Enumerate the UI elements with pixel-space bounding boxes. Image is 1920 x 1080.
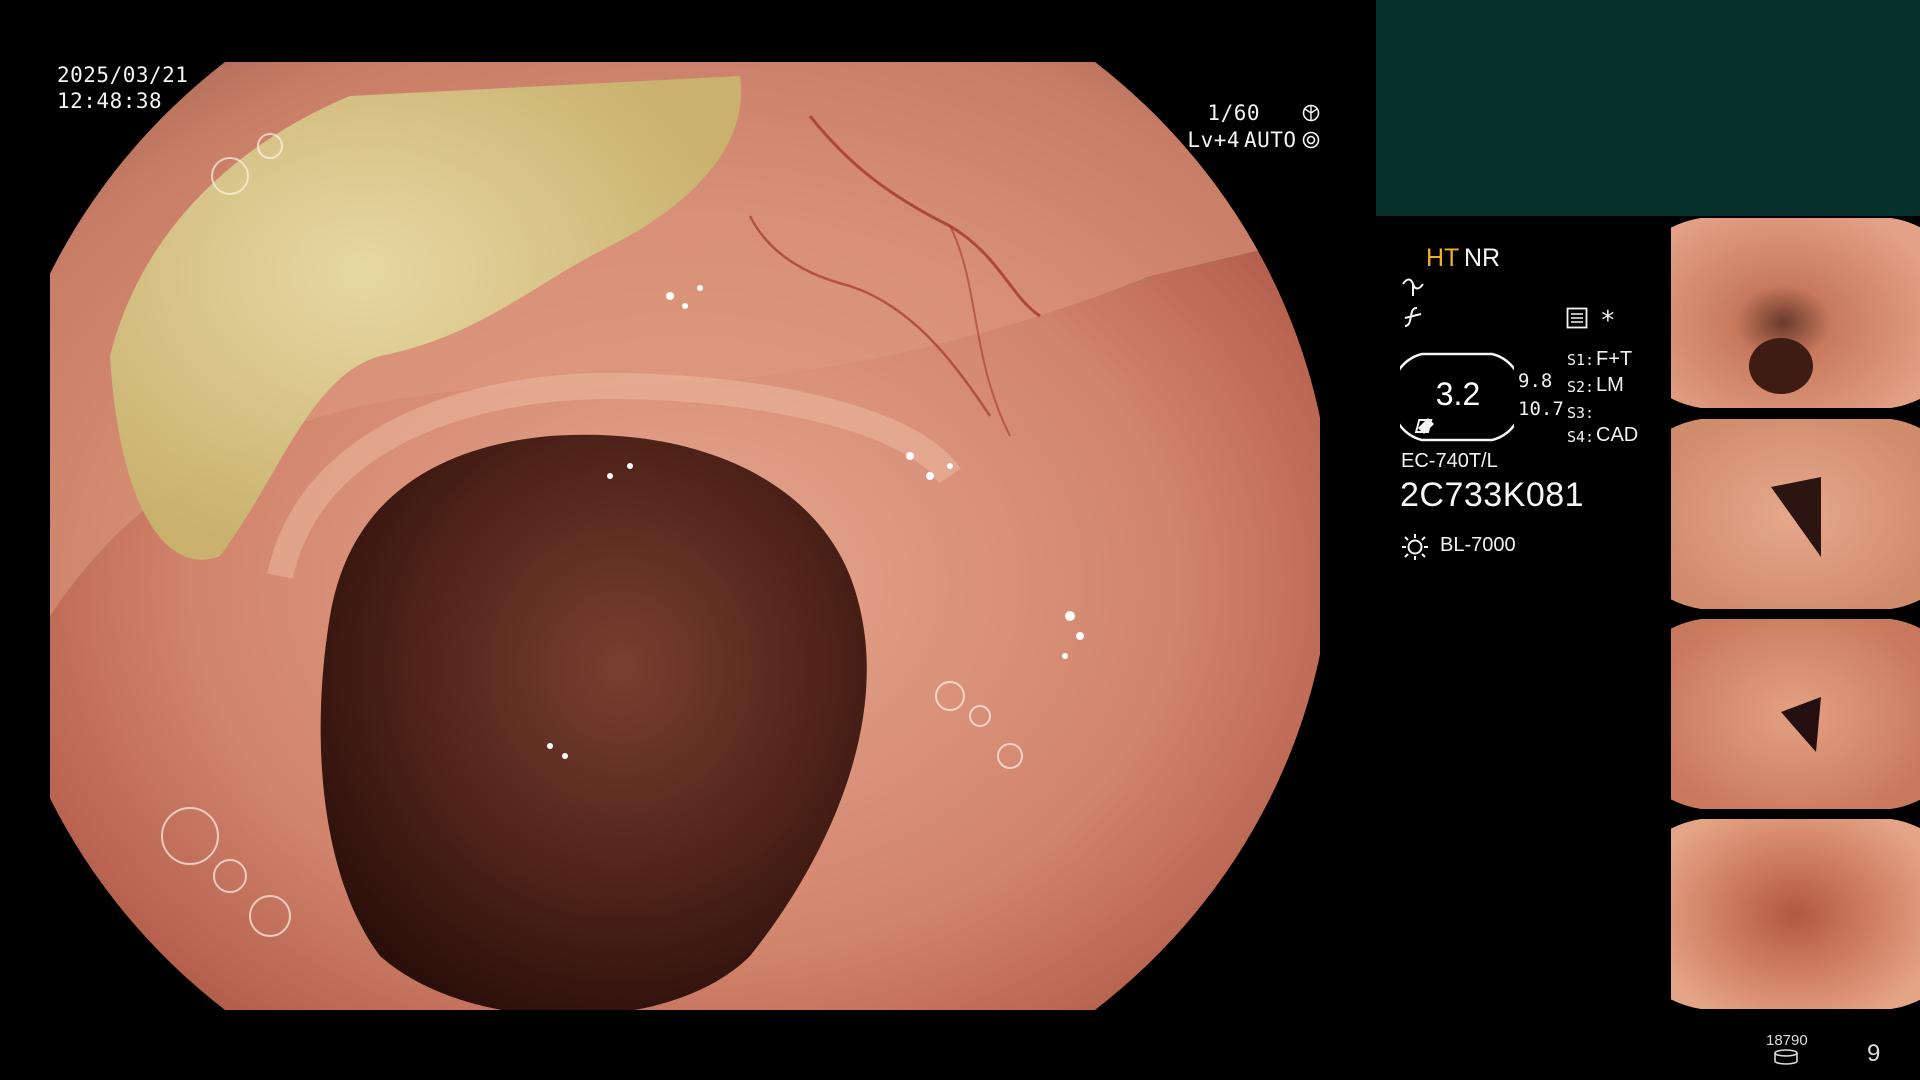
s1-value: F+T <box>1596 348 1633 370</box>
s1-key: S1: <box>1567 351 1595 369</box>
ht-label: HT <box>1426 244 1460 272</box>
s2-value: LM <box>1596 374 1624 396</box>
s4-key: S4: <box>1567 428 1595 446</box>
thumbnail-4[interactable] <box>1671 817 1920 1011</box>
s3-key: S3: <box>1567 404 1595 422</box>
asterisk-label: * <box>1600 306 1616 336</box>
image-count: 18790 <box>1766 1032 1808 1049</box>
shutter-icon <box>1302 104 1320 122</box>
storage-icon <box>1774 1049 1798 1065</box>
menu-icon <box>1566 307 1588 329</box>
date-label: 2025/03/21 <box>57 63 189 87</box>
time-label: 12:48:38 <box>57 89 163 113</box>
mode-label: AUTO <box>1244 128 1297 152</box>
value-b: 10.7 <box>1518 398 1564 420</box>
function-icon <box>1404 307 1422 327</box>
shutter-label: 1/60 <box>1207 101 1260 125</box>
scope-serial: 2C733K081 <box>1400 476 1585 514</box>
light-source-label: BL-7000 <box>1440 534 1516 556</box>
page-number: 9 <box>1867 1040 1881 1067</box>
scope-model: EC-740T/L <box>1401 450 1498 472</box>
level-label: Lv+4 <box>1187 128 1240 152</box>
enhancement-value: 3.2 <box>1435 376 1481 412</box>
endoscope-view <box>50 62 1320 1010</box>
s4-value: CAD <box>1596 424 1639 446</box>
s2-key: S2: <box>1567 378 1595 396</box>
value-a: 9.8 <box>1518 370 1553 392</box>
thumbnail-2[interactable] <box>1671 417 1920 611</box>
nr-label: NR <box>1464 244 1501 272</box>
thumbnail-1[interactable] <box>1671 216 1920 410</box>
auto-iris-icon <box>1302 131 1320 149</box>
wave-icon <box>1402 278 1424 296</box>
light-source-icon <box>1402 534 1428 560</box>
thumbnail-3[interactable] <box>1671 617 1920 811</box>
info-panel-background <box>1376 0 1920 216</box>
